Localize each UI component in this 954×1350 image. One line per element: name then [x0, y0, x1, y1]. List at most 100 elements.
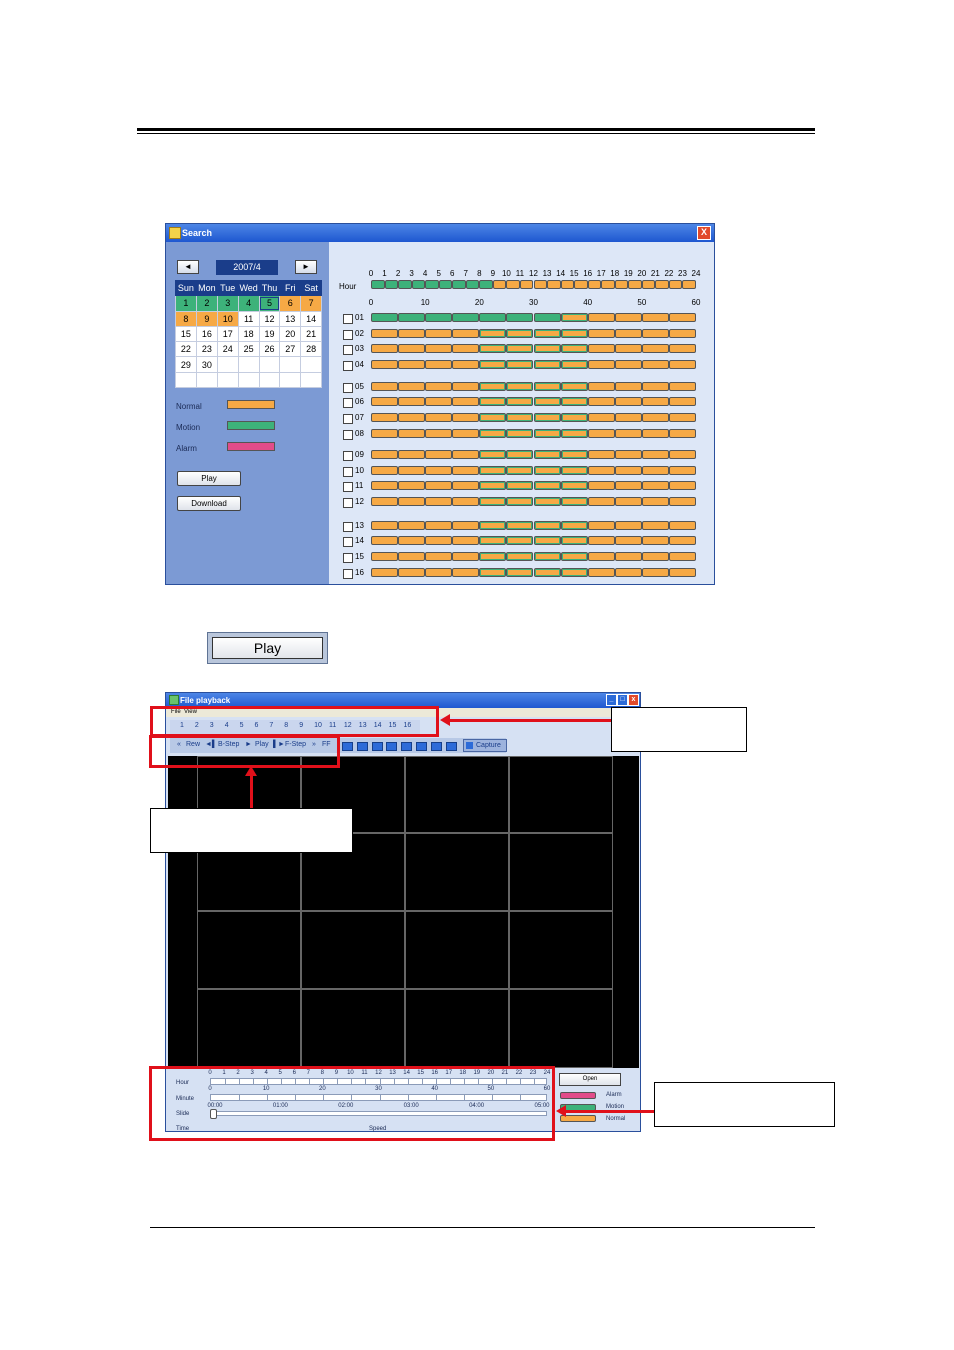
minute-segment[interactable] — [641, 481, 669, 490]
minute-segment[interactable] — [560, 360, 588, 369]
minute-segment[interactable] — [587, 536, 615, 545]
minute-segment[interactable] — [668, 429, 696, 438]
channel-checkbox[interactable] — [343, 498, 353, 508]
minute-segment[interactable] — [371, 568, 399, 577]
minute-segment[interactable] — [560, 397, 588, 406]
minute-segment[interactable] — [533, 313, 561, 322]
minute-segment[interactable] — [641, 466, 669, 475]
minute-segment[interactable] — [587, 568, 615, 577]
hour-segment[interactable] — [574, 280, 588, 289]
channel-checkbox[interactable] — [343, 361, 353, 371]
minute-segment[interactable] — [587, 497, 615, 506]
minute-segment[interactable] — [479, 552, 507, 561]
hour-segment[interactable] — [411, 280, 426, 289]
minute-segment[interactable] — [506, 552, 534, 561]
calendar-day[interactable]: 12 — [258, 310, 281, 327]
minute-segment[interactable] — [560, 536, 588, 545]
calendar-day[interactable]: 2 — [195, 295, 218, 312]
minute-segment[interactable] — [614, 497, 642, 506]
channel-checkbox[interactable] — [343, 467, 353, 477]
minute-segment[interactable] — [641, 521, 669, 530]
minute-segment[interactable] — [452, 497, 480, 506]
minute-segment[interactable] — [452, 313, 480, 322]
calendar-day[interactable]: 30 — [195, 356, 218, 373]
minute-segment[interactable] — [641, 382, 669, 391]
minute-segment[interactable] — [641, 313, 669, 322]
minute-segment[interactable] — [371, 450, 399, 459]
minute-segment[interactable] — [479, 497, 507, 506]
calendar-day[interactable]: 28 — [300, 341, 322, 358]
minute-segment[interactable] — [533, 329, 561, 338]
video-cell[interactable] — [405, 911, 509, 989]
minute-segment[interactable] — [452, 466, 480, 475]
minute-segment[interactable] — [425, 397, 453, 406]
minute-segment[interactable] — [668, 481, 696, 490]
calendar-day[interactable]: 9 — [195, 310, 218, 327]
calendar-day[interactable]: 6 — [279, 295, 302, 312]
minute-segment[interactable] — [506, 329, 534, 338]
calendar-day[interactable]: 26 — [258, 341, 281, 358]
calendar-day[interactable]: 13 — [279, 310, 302, 327]
minute-segment[interactable] — [560, 329, 588, 338]
hour-segment[interactable] — [398, 280, 412, 289]
video-cell[interactable] — [405, 756, 509, 833]
minute-segment[interactable] — [452, 552, 480, 561]
channel-checkbox[interactable] — [343, 330, 353, 340]
video-cell[interactable] — [509, 833, 613, 911]
minute-segment[interactable] — [560, 429, 588, 438]
minute-segment[interactable] — [398, 329, 426, 338]
minute-segment[interactable] — [560, 344, 588, 353]
minute-segment[interactable] — [533, 466, 561, 475]
minute-segment[interactable] — [641, 450, 669, 459]
minute-segment[interactable] — [614, 382, 642, 391]
minute-segment[interactable] — [425, 481, 453, 490]
minute-segment[interactable] — [371, 536, 399, 545]
minute-segment[interactable] — [398, 466, 426, 475]
minute-segment[interactable] — [668, 521, 696, 530]
minute-segment[interactable] — [452, 397, 480, 406]
minute-segment[interactable] — [587, 344, 615, 353]
video-cell[interactable] — [301, 989, 405, 1068]
minute-segment[interactable] — [398, 536, 426, 545]
minute-segment[interactable] — [479, 382, 507, 391]
channel-checkbox[interactable] — [343, 537, 353, 547]
minute-segment[interactable] — [614, 397, 642, 406]
minute-segment[interactable] — [587, 552, 615, 561]
hour-segment[interactable] — [641, 280, 656, 289]
minute-segment[interactable] — [641, 413, 669, 422]
hour-segment[interactable] — [371, 280, 385, 289]
minute-segment[interactable] — [506, 497, 534, 506]
layout-4-icon[interactable] — [357, 742, 368, 751]
maximize-icon[interactable]: □ — [617, 694, 628, 706]
minute-segment[interactable] — [371, 481, 399, 490]
minute-segment[interactable] — [560, 497, 588, 506]
minute-segment[interactable] — [560, 313, 588, 322]
minute-segment[interactable] — [668, 360, 696, 369]
channel-checkbox[interactable] — [343, 553, 353, 563]
minute-segment[interactable] — [560, 552, 588, 561]
channel-checkbox[interactable] — [343, 383, 353, 393]
minute-segment[interactable] — [560, 413, 588, 422]
video-cell[interactable] — [509, 911, 613, 989]
minute-segment[interactable] — [479, 466, 507, 475]
minute-segment[interactable] — [371, 344, 399, 353]
channel-checkbox[interactable] — [343, 430, 353, 440]
close-icon[interactable]: x — [628, 694, 639, 706]
minute-segment[interactable] — [506, 466, 534, 475]
minute-segment[interactable] — [398, 313, 426, 322]
minute-segment[interactable] — [587, 429, 615, 438]
minute-segment[interactable] — [560, 481, 588, 490]
minute-segment[interactable] — [614, 413, 642, 422]
minute-segment[interactable] — [425, 521, 453, 530]
minute-segment[interactable] — [641, 344, 669, 353]
minute-segment[interactable] — [371, 552, 399, 561]
minute-segment[interactable] — [479, 344, 507, 353]
minute-segment[interactable] — [398, 413, 426, 422]
minute-segment[interactable] — [587, 397, 615, 406]
minute-segment[interactable] — [371, 466, 399, 475]
calendar-day[interactable]: 10 — [216, 310, 239, 327]
calendar-day[interactable]: 17 — [216, 325, 239, 343]
calendar-day[interactable]: 22 — [175, 341, 197, 358]
minute-segment[interactable] — [560, 466, 588, 475]
open-button[interactable]: Open — [559, 1073, 621, 1086]
